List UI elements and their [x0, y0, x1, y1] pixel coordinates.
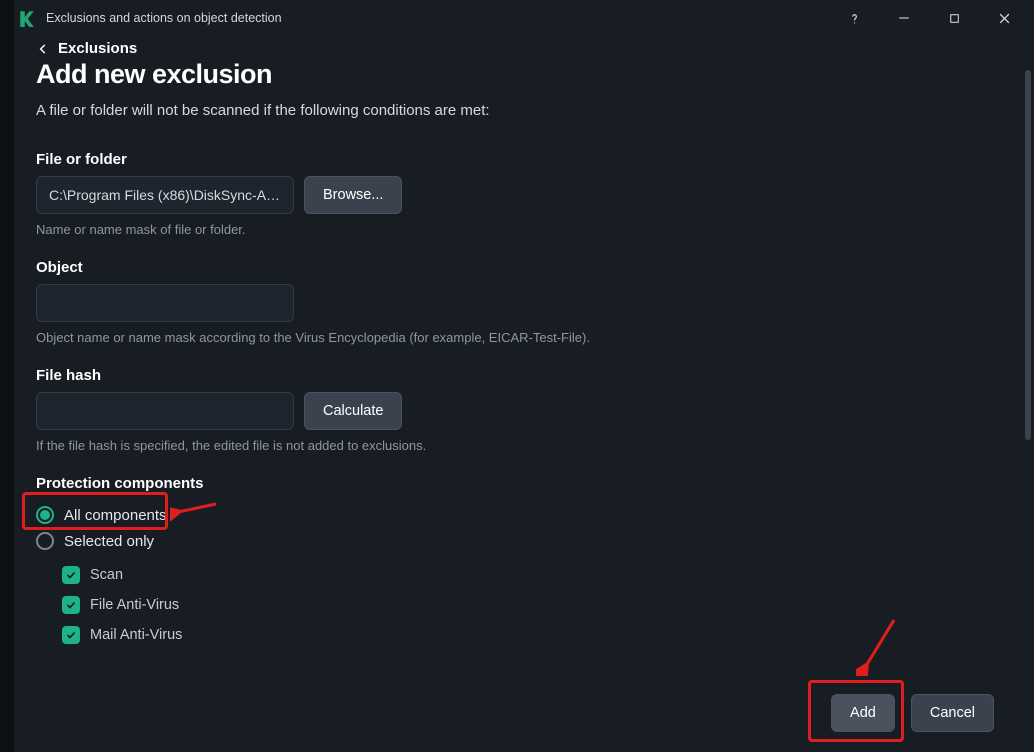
- app-window: Exclusions and actions on object detecti…: [0, 0, 1034, 752]
- check-icon: [62, 566, 80, 584]
- browse-button[interactable]: Browse...: [304, 176, 402, 214]
- page-lead: A file or folder will not be scanned if …: [36, 102, 1016, 119]
- radio-selected-only[interactable]: Selected only: [36, 528, 1016, 554]
- object-input[interactable]: [36, 284, 294, 322]
- checkbox-label: File Anti-Virus: [90, 597, 179, 613]
- help-button[interactable]: [840, 4, 868, 32]
- radio-all-components[interactable]: All components: [36, 502, 1016, 528]
- minimize-button[interactable]: [890, 4, 918, 32]
- radio-icon: [36, 506, 54, 524]
- calculate-button[interactable]: Calculate: [304, 392, 402, 430]
- field-file-or-folder: File or folder Browse... Name or name ma…: [36, 151, 1016, 237]
- add-button[interactable]: Add: [831, 694, 895, 732]
- window-title: Exclusions and actions on object detecti…: [46, 11, 840, 25]
- content-area: Exclusions Add new exclusion A file or f…: [36, 40, 1034, 752]
- chevron-left-icon: [36, 42, 50, 56]
- radio-all-label: All components: [64, 507, 167, 524]
- app-logo-icon: [18, 9, 36, 27]
- check-icon: [62, 596, 80, 614]
- page-title: Add new exclusion: [36, 59, 1016, 90]
- radio-icon: [36, 532, 54, 550]
- maximize-button[interactable]: [940, 4, 968, 32]
- file-hash-input[interactable]: [36, 392, 294, 430]
- checkbox-label: Scan: [90, 567, 123, 583]
- label-protection: Protection components: [36, 475, 1016, 492]
- footer-actions: Add Cancel: [831, 694, 994, 732]
- breadcrumb-label: Exclusions: [58, 40, 137, 57]
- field-file-hash: File hash Calculate If the file hash is …: [36, 367, 1016, 453]
- label-file-hash: File hash: [36, 367, 1016, 384]
- hint-file-or-folder: Name or name mask of file or folder.: [36, 222, 1016, 237]
- check-icon: [62, 626, 80, 644]
- window-controls: [840, 4, 1024, 32]
- checkbox-file-antivirus[interactable]: File Anti-Virus: [62, 590, 1016, 620]
- file-path-input[interactable]: [36, 176, 294, 214]
- component-checklist: Scan File Anti-Virus Mail Anti-Virus: [62, 560, 1016, 650]
- side-band: [0, 0, 14, 752]
- hint-file-hash: If the file hash is specified, the edite…: [36, 438, 1016, 453]
- hint-object: Object name or name mask according to th…: [36, 330, 1016, 345]
- label-object: Object: [36, 259, 1016, 276]
- cancel-button[interactable]: Cancel: [911, 694, 994, 732]
- checkbox-label: Mail Anti-Virus: [90, 627, 182, 643]
- radio-selected-label: Selected only: [64, 533, 154, 550]
- field-object: Object Object name or name mask accordin…: [36, 259, 1016, 345]
- close-button[interactable]: [990, 4, 1018, 32]
- title-bar: Exclusions and actions on object detecti…: [0, 0, 1034, 36]
- field-protection: Protection components All components Sel…: [36, 475, 1016, 650]
- scrollbar-thumb[interactable]: [1025, 70, 1031, 440]
- checkbox-mail-antivirus[interactable]: Mail Anti-Virus: [62, 620, 1016, 650]
- breadcrumb[interactable]: Exclusions: [36, 40, 1016, 57]
- label-file-or-folder: File or folder: [36, 151, 1016, 168]
- checkbox-scan[interactable]: Scan: [62, 560, 1016, 590]
